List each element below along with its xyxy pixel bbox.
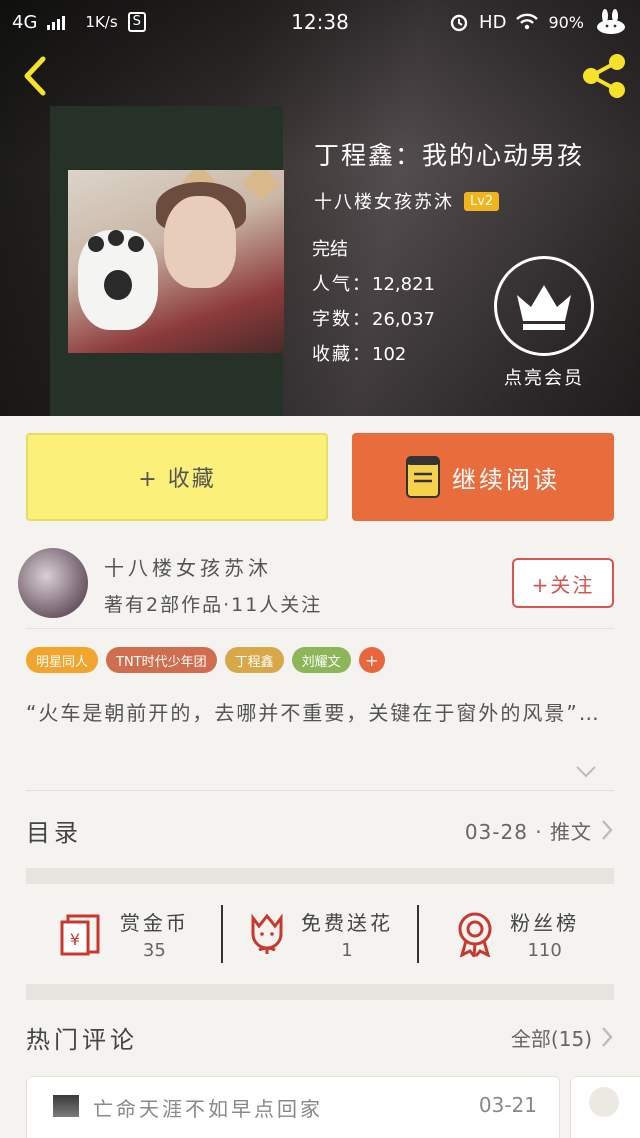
alarm-icon xyxy=(450,14,468,32)
medal-icon xyxy=(458,912,492,957)
comment-card[interactable]: 亡命天涯不如早点回家 03-21 xyxy=(26,1076,560,1138)
author-avatar[interactable] xyxy=(18,548,88,618)
tag-1[interactable]: TNT时代少年团 xyxy=(106,647,217,673)
share-icon xyxy=(583,54,625,98)
author-name[interactable]: 十八楼女孩苏沐 xyxy=(104,552,272,581)
toc-label: 目录 xyxy=(26,818,82,847)
commenter-avatar xyxy=(53,1095,79,1117)
cover-photo xyxy=(68,170,284,353)
reward-coins-value: 35 xyxy=(142,940,166,961)
book-cover xyxy=(50,106,284,416)
back-button[interactable] xyxy=(14,54,54,98)
comment-date: 03-21 xyxy=(478,1093,537,1117)
toc-info: 03-28 · 推文 xyxy=(465,816,614,845)
popularity-stat: 人气：12,821 xyxy=(312,274,435,295)
send-flower-label: 免费送花 xyxy=(301,911,393,935)
vip-label: 点亮会员 xyxy=(504,368,584,389)
bunny-icon xyxy=(597,9,625,34)
book-icon xyxy=(406,456,440,498)
author-meta: 著有2部作品·11人关注 xyxy=(104,594,323,616)
hot-comments-label: 热门评论 xyxy=(26,1025,138,1054)
chevron-right-icon xyxy=(602,820,613,840)
tag-0[interactable]: 明星同人 xyxy=(26,647,99,673)
signal-icon xyxy=(47,14,66,30)
table-of-contents-row[interactable]: 目录 03-28 · 推文 xyxy=(26,792,614,868)
tag-3[interactable]: 刘耀文 xyxy=(291,647,351,673)
reward-coins-label: 赏金币 xyxy=(119,911,189,935)
level-badge: Lv2 xyxy=(464,191,500,211)
net-speed: 1K/s xyxy=(85,13,118,31)
continue-reading-button[interactable]: 继续阅读 xyxy=(352,433,614,521)
crown-icon xyxy=(517,285,571,330)
send-flower-value: 1 xyxy=(341,940,353,961)
book-stats: 完结 人气：12,821 字数：26,037 收藏：102 xyxy=(312,232,435,372)
network-label: 4G xyxy=(12,11,38,33)
reward-coins-button[interactable]: ¥ 赏金币 35 xyxy=(26,907,221,961)
word-count-stat: 字数：26,037 xyxy=(312,309,435,330)
divider xyxy=(26,790,614,791)
commenter-avatar xyxy=(589,1087,619,1117)
section-band xyxy=(26,868,614,884)
book-author-name[interactable]: 十八楼女孩苏沐 xyxy=(314,188,454,214)
toc-update-info: 03-28 · 推文 xyxy=(464,819,592,844)
favorite-button[interactable]: + 收藏 xyxy=(26,433,328,521)
wifi-icon xyxy=(516,13,539,30)
battery-level: 90% xyxy=(548,12,584,32)
section-band xyxy=(26,984,614,1000)
continue-reading-label: 继续阅读 xyxy=(452,465,560,494)
chevron-left-icon xyxy=(24,56,46,96)
share-button[interactable] xyxy=(578,52,630,100)
status-bar: 4G 1K/s S 12:38 HD 90% xyxy=(0,0,640,44)
book-author[interactable]: 十八楼女孩苏沐 Lv2 xyxy=(314,188,500,214)
add-tag-button[interactable]: + xyxy=(358,647,385,673)
rewards-row: ¥ 赏金币 35 免费送花 1 粉丝榜 110 xyxy=(26,886,614,982)
sim-badge: S xyxy=(127,12,146,32)
book-header: 4G 1K/s S 12:38 HD 90% 丁程鑫：我的心动男孩 十八楼女孩苏… xyxy=(0,0,640,416)
vip-button[interactable]: 点亮会员 xyxy=(494,256,594,390)
comment-card[interactable] xyxy=(570,1076,640,1138)
favorites-stat: 收藏：102 xyxy=(312,344,407,365)
tag-list: 明星同人 TNT时代少年团 丁程鑫 刘耀文 + xyxy=(26,647,385,673)
clock: 12:38 xyxy=(291,10,349,34)
fan-ranking-value: 110 xyxy=(527,940,562,961)
follow-button[interactable]: +关注 xyxy=(512,558,614,608)
svg-text:¥: ¥ xyxy=(70,930,80,949)
send-flower-button[interactable]: 免费送花 1 xyxy=(223,907,418,961)
chevron-right-icon xyxy=(602,1027,613,1047)
expand-summary-icon[interactable] xyxy=(574,764,598,780)
flower-icon xyxy=(251,913,283,954)
fan-ranking-button[interactable]: 粉丝榜 110 xyxy=(419,907,614,961)
book-title: 丁程鑫：我的心动男孩 xyxy=(314,141,585,170)
book-summary: “火车是朝前开的，去哪并不重要，关键在于窗外的风景”… xyxy=(26,701,601,725)
all-comments-link[interactable]: 全部(15) xyxy=(511,1023,614,1052)
tag-2[interactable]: 丁程鑫 xyxy=(224,647,284,673)
commenter-name: 亡命天涯不如早点回家 xyxy=(93,1097,323,1121)
book-status: 完结 xyxy=(312,239,348,260)
hot-comments-header[interactable]: 热门评论 全部(15) xyxy=(26,1004,614,1070)
all-comments-count: 全部(15) xyxy=(510,1026,592,1051)
red-envelope-icon: ¥ xyxy=(60,914,100,956)
hd-label: HD xyxy=(479,11,507,33)
divider xyxy=(26,628,614,629)
fan-ranking-label: 粉丝榜 xyxy=(510,911,580,935)
